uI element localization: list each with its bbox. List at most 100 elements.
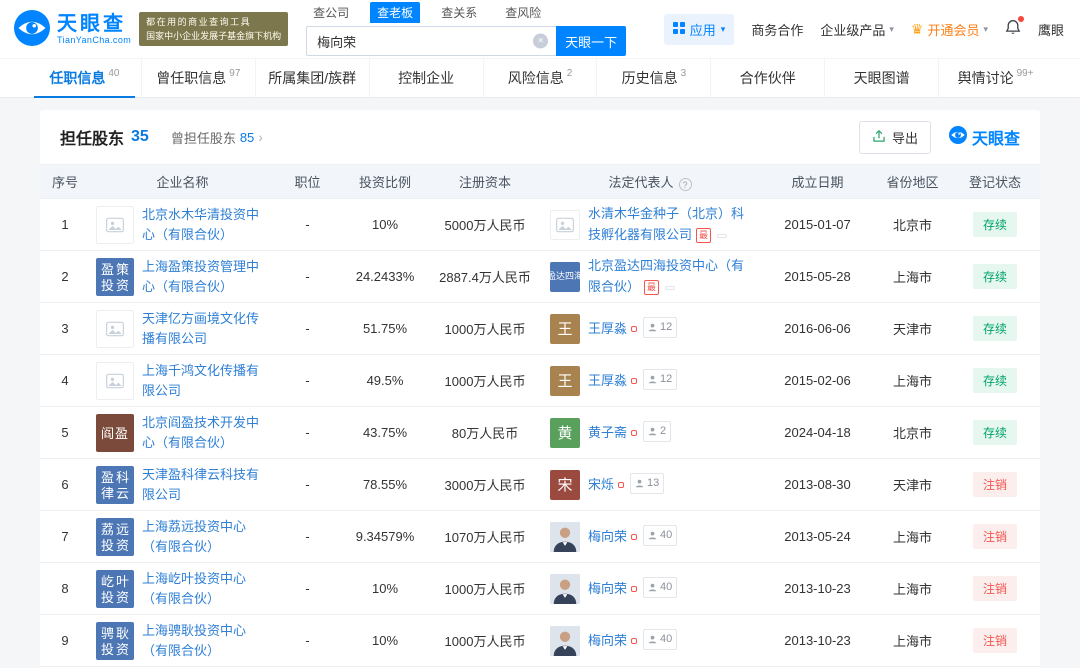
apps-menu-button[interactable]: 应用 ▾	[663, 13, 735, 45]
company-logo[interactable]	[96, 361, 134, 400]
company-logo[interactable]: 骋耿投资	[96, 621, 134, 660]
nav-tab[interactable]: 控制企业	[368, 59, 483, 97]
company-logo[interactable]: 屹叶投资	[96, 569, 134, 608]
position-value: -	[275, 406, 340, 459]
company-name-link[interactable]: 上海屹叶投资中心（有限合伙）	[142, 569, 269, 608]
legal-rep-cell: 梅向荣 40	[540, 614, 760, 667]
search-button[interactable]: 天眼一下	[556, 26, 627, 56]
nav-tab[interactable]: 任职信息 40	[28, 59, 141, 98]
relation-count-badge[interactable]: 40	[643, 577, 678, 599]
vip-membership-menu[interactable]: ♛ 开通会员 ▾	[911, 20, 988, 39]
company-logo[interactable]	[96, 309, 134, 348]
nav-tab-label: 天眼图谱	[853, 70, 910, 86]
shareholder-table: 序号 企业名称 职位 投资比例 注册资本 法定代表人? 成立日期 省份地区 登记状态 1 北京水…	[40, 164, 1040, 668]
registered-capital-value: 1000万人民币	[430, 302, 540, 355]
establish-date-value: 2015-02-06	[760, 354, 875, 407]
search-tab[interactable]: 查关系	[434, 2, 484, 23]
legal-rep-cell: 梅向荣 40	[540, 510, 760, 563]
tianyancha-logo[interactable]: 天眼查 TianYanCha.com	[14, 9, 132, 49]
export-button[interactable]: 导出	[858, 120, 931, 154]
company-name-link[interactable]: 北京阎盈技术开发中心（有限合伙）	[142, 413, 269, 452]
company-name-link[interactable]: 上海千鸿文化传播有限公司	[142, 361, 269, 400]
relation-count-badge[interactable]	[717, 233, 728, 238]
beneficiary-badge	[631, 430, 638, 437]
legal-rep-link[interactable]: 宋烁	[588, 477, 614, 492]
nav-tab[interactable]: 天眼图谱	[824, 59, 938, 97]
registered-capital-value: 2887.4万人民币	[430, 250, 540, 303]
enterprise-products-label: 企业级产品	[820, 22, 886, 38]
relation-count-badge[interactable]: 13	[630, 473, 665, 495]
legal-rep-avatar[interactable]	[550, 573, 580, 604]
nav-tab[interactable]: 舆情讨论 99+	[938, 59, 1052, 97]
company-name-link[interactable]: 北京水木华清投资中心（有限合伙）	[142, 205, 269, 244]
legal-rep-cell: 宋 宋烁 13	[540, 458, 760, 511]
legal-rep-avatar[interactable]: 黄	[550, 417, 580, 448]
status-badge: 存续	[972, 420, 1017, 445]
relation-count-badge[interactable]: 40	[643, 525, 678, 547]
status-cell: 存续	[950, 302, 1040, 355]
search-tab[interactable]: 查风险	[498, 2, 548, 23]
legal-rep-avatar[interactable]	[550, 521, 580, 552]
legal-rep-avatar[interactable]: 王	[550, 313, 580, 344]
invest-ratio-value: 10%	[340, 198, 430, 251]
company-logo[interactable]: 阎盈	[96, 413, 134, 452]
column-header: 企业名称	[90, 164, 275, 199]
nav-tab-label: 舆情讨论	[957, 70, 1014, 86]
invest-ratio-value: 24.2433%	[340, 250, 430, 303]
company-name-link[interactable]: 上海骋耿投资中心（有限合伙）	[142, 621, 269, 660]
section-head: 担任股东 35 曾担任股东 85 › 导出 天眼查	[40, 120, 1040, 154]
region-value: 天津市	[875, 302, 950, 355]
legal-rep-link[interactable]: 梅向荣	[588, 581, 627, 596]
nav-tab[interactable]: 曾任职信息 97	[140, 59, 255, 97]
company-name-link[interactable]: 上海荔远投资中心（有限合伙）	[142, 517, 269, 556]
legal-rep-avatar[interactable]: 盈达四海	[550, 261, 580, 292]
business-cooperation-link[interactable]: 商务合作	[751, 20, 803, 39]
legal-rep-link[interactable]: 黄子斋	[588, 425, 627, 440]
former-shareholder-link[interactable]: 曾担任股东 85 ›	[171, 128, 263, 147]
beneficiary-badge: 最	[696, 227, 712, 243]
region-value: 上海市	[875, 510, 950, 563]
company-name-link[interactable]: 上海盈策投资管理中心（有限合伙）	[142, 257, 269, 296]
relation-count-badge[interactable]: 40	[643, 629, 678, 651]
status-cell: 存续	[950, 406, 1040, 459]
search-tab[interactable]: 查老板	[370, 2, 421, 23]
legal-rep-avatar[interactable]	[550, 625, 580, 656]
nav-tab[interactable]: 历史信息 3	[596, 59, 710, 97]
registered-capital-value: 3000万人民币	[430, 458, 540, 511]
enterprise-products-menu[interactable]: 企业级产品 ▾	[820, 20, 894, 39]
logo-subtitle: TianYanCha.com	[57, 34, 132, 45]
legal-rep-link[interactable]: 王厚淼	[588, 321, 627, 336]
relation-count-badge[interactable]: 12	[643, 369, 678, 391]
company-logo[interactable]	[96, 205, 134, 244]
nav-tab-label: 风险信息	[507, 70, 564, 86]
company-logo[interactable]: 荔远投资	[96, 517, 134, 556]
search-tab[interactable]: 查公司	[306, 2, 356, 23]
notification-bell-icon[interactable]	[1005, 16, 1024, 39]
company-logo[interactable]: 盈策投资	[96, 257, 134, 296]
relation-count-badge[interactable]: 2	[643, 421, 672, 443]
legal-rep-avatar[interactable]	[550, 209, 580, 240]
company-name-link[interactable]: 天津亿方画境文化传播有限公司	[142, 309, 269, 348]
position-value: -	[275, 250, 340, 303]
nav-tab[interactable]: 合作伙伴	[710, 59, 824, 97]
legal-rep-link[interactable]: 王厚淼	[588, 373, 627, 388]
nav-tab-count: 97	[229, 67, 241, 79]
legal-rep-avatar[interactable]: 王	[550, 365, 580, 396]
company-cell: 屹叶投资 上海屹叶投资中心（有限合伙）	[90, 562, 275, 615]
eagle-eye-link[interactable]: 鹰眼	[1038, 20, 1064, 39]
search-input[interactable]	[306, 26, 557, 56]
legal-rep-link[interactable]: 梅向荣	[588, 529, 627, 544]
nav-tab[interactable]: 风险信息 2	[482, 59, 597, 97]
info-icon[interactable]: ?	[678, 178, 692, 192]
watermark-eye-icon	[948, 125, 967, 149]
company-logo[interactable]: 盈科律云	[96, 465, 134, 504]
establish-date-value: 2024-04-18	[760, 406, 875, 459]
relation-count-badge[interactable]	[665, 285, 676, 290]
nav-tab[interactable]: 所属集团/族群	[254, 59, 369, 97]
legal-rep-avatar[interactable]: 宋	[550, 469, 580, 500]
legal-rep-link[interactable]: 梅向荣	[588, 633, 627, 648]
relation-count-badge[interactable]: 12	[643, 317, 678, 339]
registered-capital-value: 1070万人民币	[430, 510, 540, 563]
company-name-link[interactable]: 天津盈科律云科技有限公司	[142, 465, 269, 504]
clear-search-icon[interactable]: ×	[533, 33, 549, 49]
